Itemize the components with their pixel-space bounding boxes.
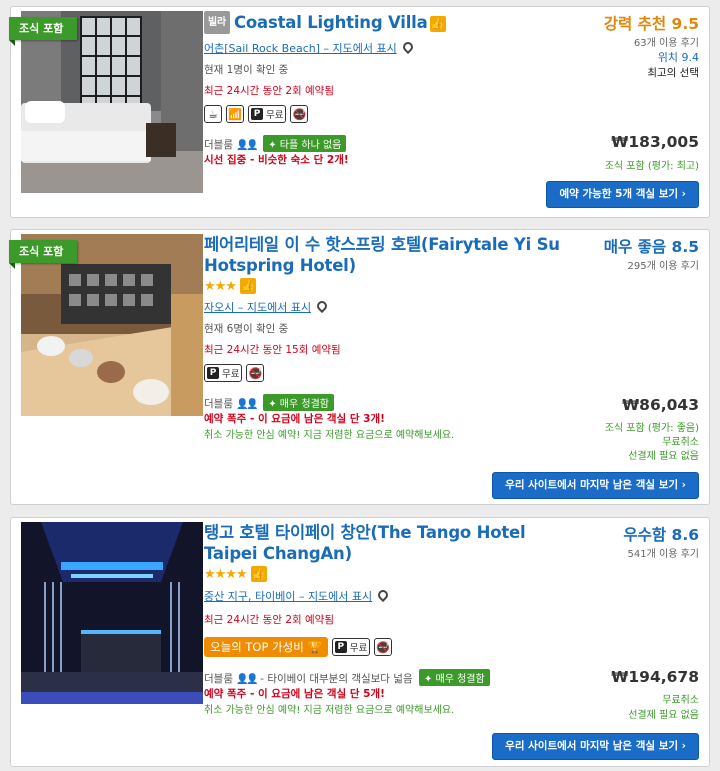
amenities: 오늘의 TOP 가성비 🏆 P 무료 🚭	[204, 637, 393, 657]
no-smoking-icon: 🚭	[374, 638, 393, 656]
amenities: ☕ 📶 P 무료 🚭	[204, 105, 309, 123]
hotel-card-1[interactable]: 조식 포함 빌라 Coastal Lighting Villa 👍 어촌[Sail …	[9, 6, 710, 218]
trophy-icon: 🏆	[307, 640, 322, 654]
chevron-right-icon: ›	[681, 188, 686, 200]
no-prepay-note: 선결제 필요 없음	[628, 710, 699, 721]
cancel-note: 취소 가능한 안심 예약! 지금 저렴한 요금으로 예약해보세요.	[204, 705, 455, 716]
best-choice-label: 최고의 선택	[647, 67, 699, 79]
map-pin-icon	[376, 587, 391, 603]
breakfast-note: 조식 포함 (평가: 최고)	[604, 161, 699, 172]
viewers-count: 현재 1명이 확인 중	[204, 64, 289, 76]
room-type-line: 더블룸 👤👤 ✦ 타플 하나 없음	[204, 135, 347, 152]
parking-amenity: P 무료	[204, 364, 243, 382]
top-value-badge: 오늘의 TOP 가성비 🏆	[204, 637, 328, 657]
parking-icon: P	[251, 108, 263, 120]
location-text: 자오시 – 지도에서 표시	[204, 301, 312, 314]
location-link[interactable]: 어촌[Sail Rock Beach] – 지도에서 표시	[204, 39, 415, 56]
map-pin-icon	[315, 298, 330, 314]
view-rooms-button[interactable]: 예약 가능한 5개 객실 보기 ›	[546, 181, 699, 208]
review-count: 63개 이용 후기	[633, 38, 699, 49]
hotel-photo[interactable]	[21, 522, 203, 704]
rating-score: 우수함 8.6	[623, 526, 699, 544]
room-type: 더블룸	[204, 673, 233, 685]
thumbs-up-icon: 👍	[429, 16, 446, 32]
review-count: 541개 이용 후기	[627, 549, 699, 560]
hotel-card-2[interactable]: 조식 포함 페어리테일 이 수 핫스프링 호텔(Fairytale Yi Su …	[9, 229, 710, 505]
parking-label: 무료	[349, 643, 368, 654]
room-extra: - 타이베이 대부분의 객실보다 넓음	[260, 673, 413, 685]
hotel-name: 페어리테일 이 수 핫스프링 호텔(Fairytale Yi Su Hotspr…	[204, 235, 560, 275]
rating-score: 강력 추천 9.5	[603, 15, 699, 33]
scarcity-alert: 예약 폭주 - 이 요금에 남은 객실 단 3개!	[204, 413, 385, 425]
people-icon: 👤👤	[235, 399, 259, 410]
room-feature-badge: ✦ 매우 청결함	[263, 394, 334, 411]
view-rooms-button[interactable]: 우리 사이트에서 마지막 남은 객실 보기 ›	[492, 472, 699, 499]
location-link[interactable]: 중산 지구, 타이베이 – 지도에서 표시	[204, 587, 391, 604]
wifi-icon: 📶	[226, 105, 244, 123]
rating-block: 강력 추천 9.5 63개 이용 후기 위치 9.4 최고의 선택	[604, 12, 699, 80]
people-icon: 👤👤	[235, 674, 259, 685]
hotel-name-link[interactable]: 페어리테일 이 수 핫스프링 호텔(Fairytale Yi Su Hotspr…	[204, 234, 564, 276]
hotel-name-link[interactable]: 탱고 호텔 타이페이 창안(The Tango Hotel Taipei Cha…	[204, 522, 564, 564]
price: ₩194,678	[611, 668, 699, 686]
parking-amenity: P 무료	[248, 105, 287, 123]
rating-block: 우수함 8.6 541개 이용 후기	[623, 523, 699, 560]
hotel-card-3[interactable]: 탱고 호텔 타이페이 창안(The Tango Hotel Taipei Cha…	[10, 517, 710, 767]
recent-bookings: 최근 24시간 동안 2회 예약됨	[204, 85, 334, 97]
scarcity-alert: 시선 집중 - 비슷한 숙소 단 2개!	[204, 154, 349, 166]
hotel-name-link[interactable]: 빌라 Coastal Lighting Villa 👍	[204, 11, 564, 34]
view-rooms-button[interactable]: 우리 사이트에서 마지막 남은 객실 보기 ›	[492, 733, 699, 760]
price: ₩86,043	[622, 396, 699, 414]
star-rating: ★★★★ 👍	[204, 566, 267, 582]
parking-amenity: P 무료	[331, 638, 371, 656]
breakfast-note: 조식 포함 (평가: 좋음)	[604, 423, 699, 434]
hotel-name: 탱고 호텔 타이페이 창안(The Tango Hotel Taipei Cha…	[204, 523, 526, 563]
location-link[interactable]: 자오시 – 지도에서 표시	[204, 298, 330, 315]
room-type: 더블룸	[204, 139, 233, 151]
room-type-line: 더블룸 👤👤 - 타이베이 대부분의 객실보다 넓음 ✦ 매우 청결함	[204, 669, 490, 686]
chevron-right-icon: ›	[681, 740, 686, 752]
recent-bookings: 최근 24시간 동안 15회 예약됨	[204, 344, 341, 356]
recent-bookings: 최근 24시간 동안 2회 예약됨	[204, 614, 334, 626]
no-smoking-icon: 🚭	[246, 364, 265, 382]
thumbs-up-icon: 👍	[250, 566, 267, 582]
room-feature-badge: ✦ 매우 청결함	[418, 669, 490, 686]
parking-icon: P	[207, 367, 219, 379]
parking-label: 무료	[222, 369, 240, 380]
room-type-line: 더블룸 👤👤 ✦ 매우 청결함	[204, 394, 334, 411]
map-pin-icon	[400, 39, 415, 55]
people-icon: 👤👤	[235, 140, 259, 151]
rating-score: 매우 좋음 8.5	[603, 238, 699, 256]
location-text: 중산 지구, 타이베이 – 지도에서 표시	[204, 590, 373, 603]
star-rating: ★★★ 👍	[204, 278, 256, 294]
scarcity-alert: 예약 폭주 - 이 요금에 남은 객실 단 5개!	[204, 688, 385, 700]
thumbs-up-icon: 👍	[239, 278, 256, 294]
room-feature-badge: ✦ 타플 하나 없음	[263, 135, 347, 152]
price: ₩183,005	[611, 133, 699, 151]
cancel-note: 취소 가능한 안심 예약! 지금 저렴한 요금으로 예약해보세요.	[204, 430, 455, 441]
property-type-tag: 빌라	[204, 11, 230, 34]
breakfast-ribbon: 조식 포함	[9, 17, 78, 46]
room-type: 더블룸	[204, 398, 233, 410]
free-cancel-note: 무료취소	[662, 437, 699, 448]
no-smoking-icon: 🚭	[290, 105, 309, 123]
breakfast-ribbon: 조식 포함	[9, 240, 78, 269]
rating-block: 매우 좋음 8.5 295개 이용 후기	[604, 235, 699, 272]
parking-icon: P	[334, 641, 347, 653]
amenities: P 무료 🚭	[204, 364, 265, 382]
location-score: 위치 9.4	[657, 51, 699, 64]
free-cancel-note: 무료취소	[662, 695, 699, 706]
no-prepay-note: 선결제 필요 없음	[628, 451, 699, 462]
viewers-count: 현재 6명이 확인 중	[204, 323, 289, 335]
breakfast-icon: ☕	[204, 105, 222, 123]
review-count: 295개 이용 후기	[627, 261, 699, 272]
hotel-name: Coastal Lighting Villa	[234, 13, 428, 32]
chevron-right-icon: ›	[681, 479, 686, 491]
location-text: 어촌[Sail Rock Beach] – 지도에서 표시	[204, 42, 397, 55]
parking-label: 무료	[266, 110, 284, 121]
